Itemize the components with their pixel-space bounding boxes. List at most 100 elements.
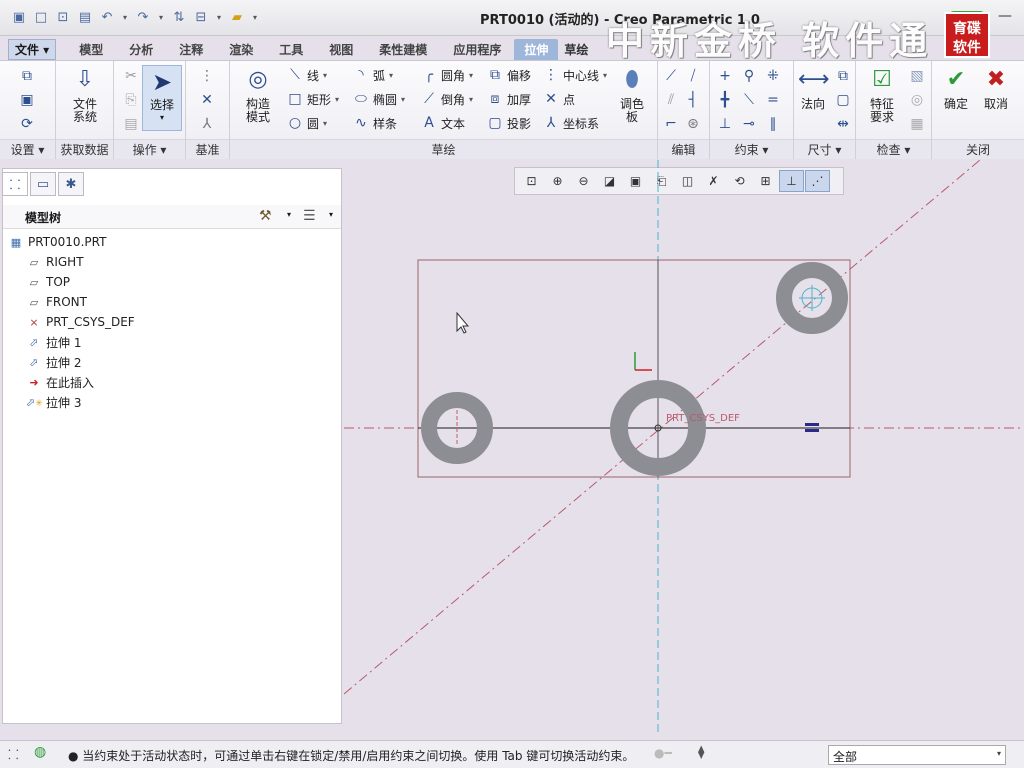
tab-render[interactable]: 渲染 [216, 41, 266, 58]
csys-tool[interactable]: ⅄ 坐标系 [542, 113, 599, 133]
centerline-tool[interactable]: ⋮ 中心线 ▾ [542, 65, 607, 85]
new-file-icon[interactable]: □ [32, 8, 50, 26]
overlapping-geometry-icon[interactable]: ▧ [906, 65, 928, 87]
windows-icon[interactable]: ⊟ [192, 8, 210, 26]
ellipse-tool[interactable]: ⬭ 椭圆 ▾ [352, 89, 405, 109]
folder-browser-tab-icon[interactable]: ▭ [30, 172, 56, 196]
parallel-constraint-icon[interactable]: ∥ [762, 113, 784, 135]
redo-icon[interactable]: ↷ [134, 8, 152, 26]
browser-toggle-icon[interactable]: ◍ [34, 744, 46, 760]
app-icon[interactable]: ▣ [10, 8, 28, 26]
select-button[interactable]: ➤ 选择 ▾ [142, 65, 182, 131]
construction-mode-button[interactable]: ◎ 构造 模式 [236, 65, 280, 124]
redo-dropdown-icon[interactable]: ▾ [156, 8, 166, 26]
symmetric-constraint-icon[interactable]: ⁜ [762, 65, 784, 87]
group-label-dimension[interactable]: 尺寸 ▾ [794, 139, 855, 159]
model-tree-tab-icon[interactable]: ⸬ [2, 172, 28, 196]
tree-node-right[interactable]: ▱ RIGHT [8, 252, 135, 272]
reference-dim-icon[interactable]: ▢ [832, 89, 854, 111]
text-tool[interactable]: A 文本 [420, 113, 465, 133]
datum-centerline-icon[interactable]: ⋮ [196, 65, 218, 87]
customize-dropdown-icon[interactable]: ▾ [250, 8, 260, 26]
graphics-canvas[interactable]: PRT_CSYS_DEF [343, 159, 1024, 736]
tree-node-front[interactable]: ▱ FRONT [8, 292, 135, 312]
thicken-tool[interactable]: ⧈ 加厚 [486, 89, 531, 109]
cancel-button[interactable]: ✖ 取消 [976, 65, 1016, 111]
tree-node-extrude-1[interactable]: ⬀ 拉伸 1 [8, 332, 135, 352]
paste-icon[interactable]: ▤ [120, 113, 142, 135]
tree-node-top[interactable]: ▱ TOP [8, 272, 135, 292]
modify-icon[interactable]: ⟋ [660, 65, 682, 87]
tangent-constraint-icon[interactable]: ⚲ [738, 65, 760, 87]
normal-dimension-button[interactable]: ⟷ 法向 [796, 65, 830, 111]
perpendicular-constraint-icon[interactable]: ⊥ [714, 113, 736, 135]
tab-view[interactable]: 视图 [316, 41, 366, 58]
shade-closed-loops-icon[interactable]: ▦ [906, 113, 928, 135]
selection-slider-icon[interactable]: ●━ [654, 746, 672, 760]
perimeter-icon[interactable]: ⧉ [832, 65, 854, 87]
tree-settings-icon[interactable]: ⚒ [259, 208, 272, 224]
highlight-open-ends-icon[interactable]: ◎ [906, 89, 928, 111]
arc-tool[interactable]: ◝ 弧 ▾ [352, 65, 393, 85]
tab-analysis[interactable]: 分析 [116, 41, 166, 58]
baseline-icon[interactable]: ⇹ [832, 113, 854, 135]
horizontal-constraint-icon[interactable]: ╋ [714, 89, 736, 111]
rotate-resize-icon[interactable]: ⊛ [682, 113, 704, 135]
references-icon[interactable]: ▣ [16, 89, 38, 111]
group-label-setup[interactable]: 设置 ▾ [0, 139, 55, 159]
find-icon[interactable]: ⧫ [698, 745, 704, 760]
palette-button[interactable]: ⬮ 调色 板 [612, 65, 652, 124]
corner-icon[interactable]: ⌐ [660, 113, 682, 135]
delete-segment-icon[interactable]: ⧸ [682, 65, 704, 87]
group-label-inspect[interactable]: 检查 ▾ [856, 139, 931, 159]
midpoint-constraint-icon[interactable]: ⟍ [738, 89, 760, 111]
feature-requirements-button[interactable]: ☑ 特征 要求 [860, 65, 904, 124]
mirror-icon[interactable]: ⫽ [660, 89, 682, 111]
minimize-button[interactable]: — [998, 8, 1012, 24]
open-file-icon[interactable]: ⊡ [54, 8, 72, 26]
group-label-operations[interactable]: 操作 ▾ [114, 139, 185, 159]
group-label-constrain[interactable]: 约束 ▾ [710, 139, 793, 159]
sketch-view-icon[interactable]: ⟳ [16, 113, 38, 135]
tree-node-extrude-2[interactable]: ⬀ 拉伸 2 [8, 352, 135, 372]
tab-model[interactable]: 模型 [66, 41, 116, 58]
tree-node-part[interactable]: ▦ PRT0010.PRT [8, 232, 135, 252]
rectangle-tool[interactable]: □ 矩形 ▾ [286, 89, 339, 109]
project-tool[interactable]: ▢ 投影 [486, 113, 531, 133]
chamfer-tool[interactable]: ⟋ 倒角 ▾ [420, 89, 473, 109]
undo-dropdown-icon[interactable]: ▾ [120, 8, 130, 26]
favorites-tab-icon[interactable]: ✱ [58, 172, 84, 196]
file-system-button[interactable]: ⇩ 文件 系统 [64, 65, 106, 124]
regenerate-icon[interactable]: ⇅ [170, 8, 188, 26]
circle-tool[interactable]: ○ 圆 ▾ [286, 113, 327, 133]
line-tool[interactable]: ⟍ 线 ▾ [286, 65, 327, 85]
tab-applications[interactable]: 应用程序 [440, 41, 514, 58]
copy-icon[interactable]: ⎘ [120, 89, 142, 111]
offset-tool[interactable]: ⧉ 偏移 [486, 65, 531, 85]
point-tool[interactable]: ✕ 点 [542, 89, 575, 109]
divide-icon[interactable]: ┤ [682, 89, 704, 111]
ok-button[interactable]: ✔ 确定 [936, 65, 976, 111]
coincident-constraint-icon[interactable]: ⊸ [738, 113, 760, 135]
sketch-setup-icon[interactable]: ⧉ [16, 65, 38, 87]
selection-filter-dropdown[interactable]: 全部 ▾ [828, 745, 1006, 765]
tab-flexible-modeling[interactable]: 柔性建模 [366, 41, 440, 58]
file-menu[interactable]: 文件 ▾ [8, 38, 57, 60]
undo-icon[interactable]: ↶ [98, 8, 116, 26]
cut-icon[interactable]: ✂ [120, 65, 142, 87]
tree-filters-icon[interactable]: ☰ [303, 208, 316, 224]
datum-csys-icon[interactable]: ⅄ [196, 113, 218, 135]
show-navigator-icon[interactable]: ⸬ [8, 745, 19, 763]
spline-tool[interactable]: ∿ 样条 [352, 113, 397, 133]
tree-node-extrude-3[interactable]: ⬀✳ 拉伸 3 [8, 392, 135, 412]
tree-node-insert-here[interactable]: ➜ 在此插入 [8, 372, 135, 392]
vertical-constraint-icon[interactable]: + [714, 65, 736, 87]
tab-tools[interactable]: 工具 [266, 41, 316, 58]
datum-point-icon[interactable]: ✕ [196, 89, 218, 111]
tree-node-csys[interactable]: ⨯ PRT_CSYS_DEF [8, 312, 134, 332]
tab-extrude[interactable]: 拉伸 [514, 38, 559, 60]
tree-settings-dropdown-icon[interactable]: ▾ [287, 210, 291, 219]
tab-sketch[interactable]: 草绘 [558, 41, 594, 58]
close-window-icon[interactable]: ▰ [228, 8, 246, 26]
equal-constraint-icon[interactable]: = [762, 89, 784, 111]
